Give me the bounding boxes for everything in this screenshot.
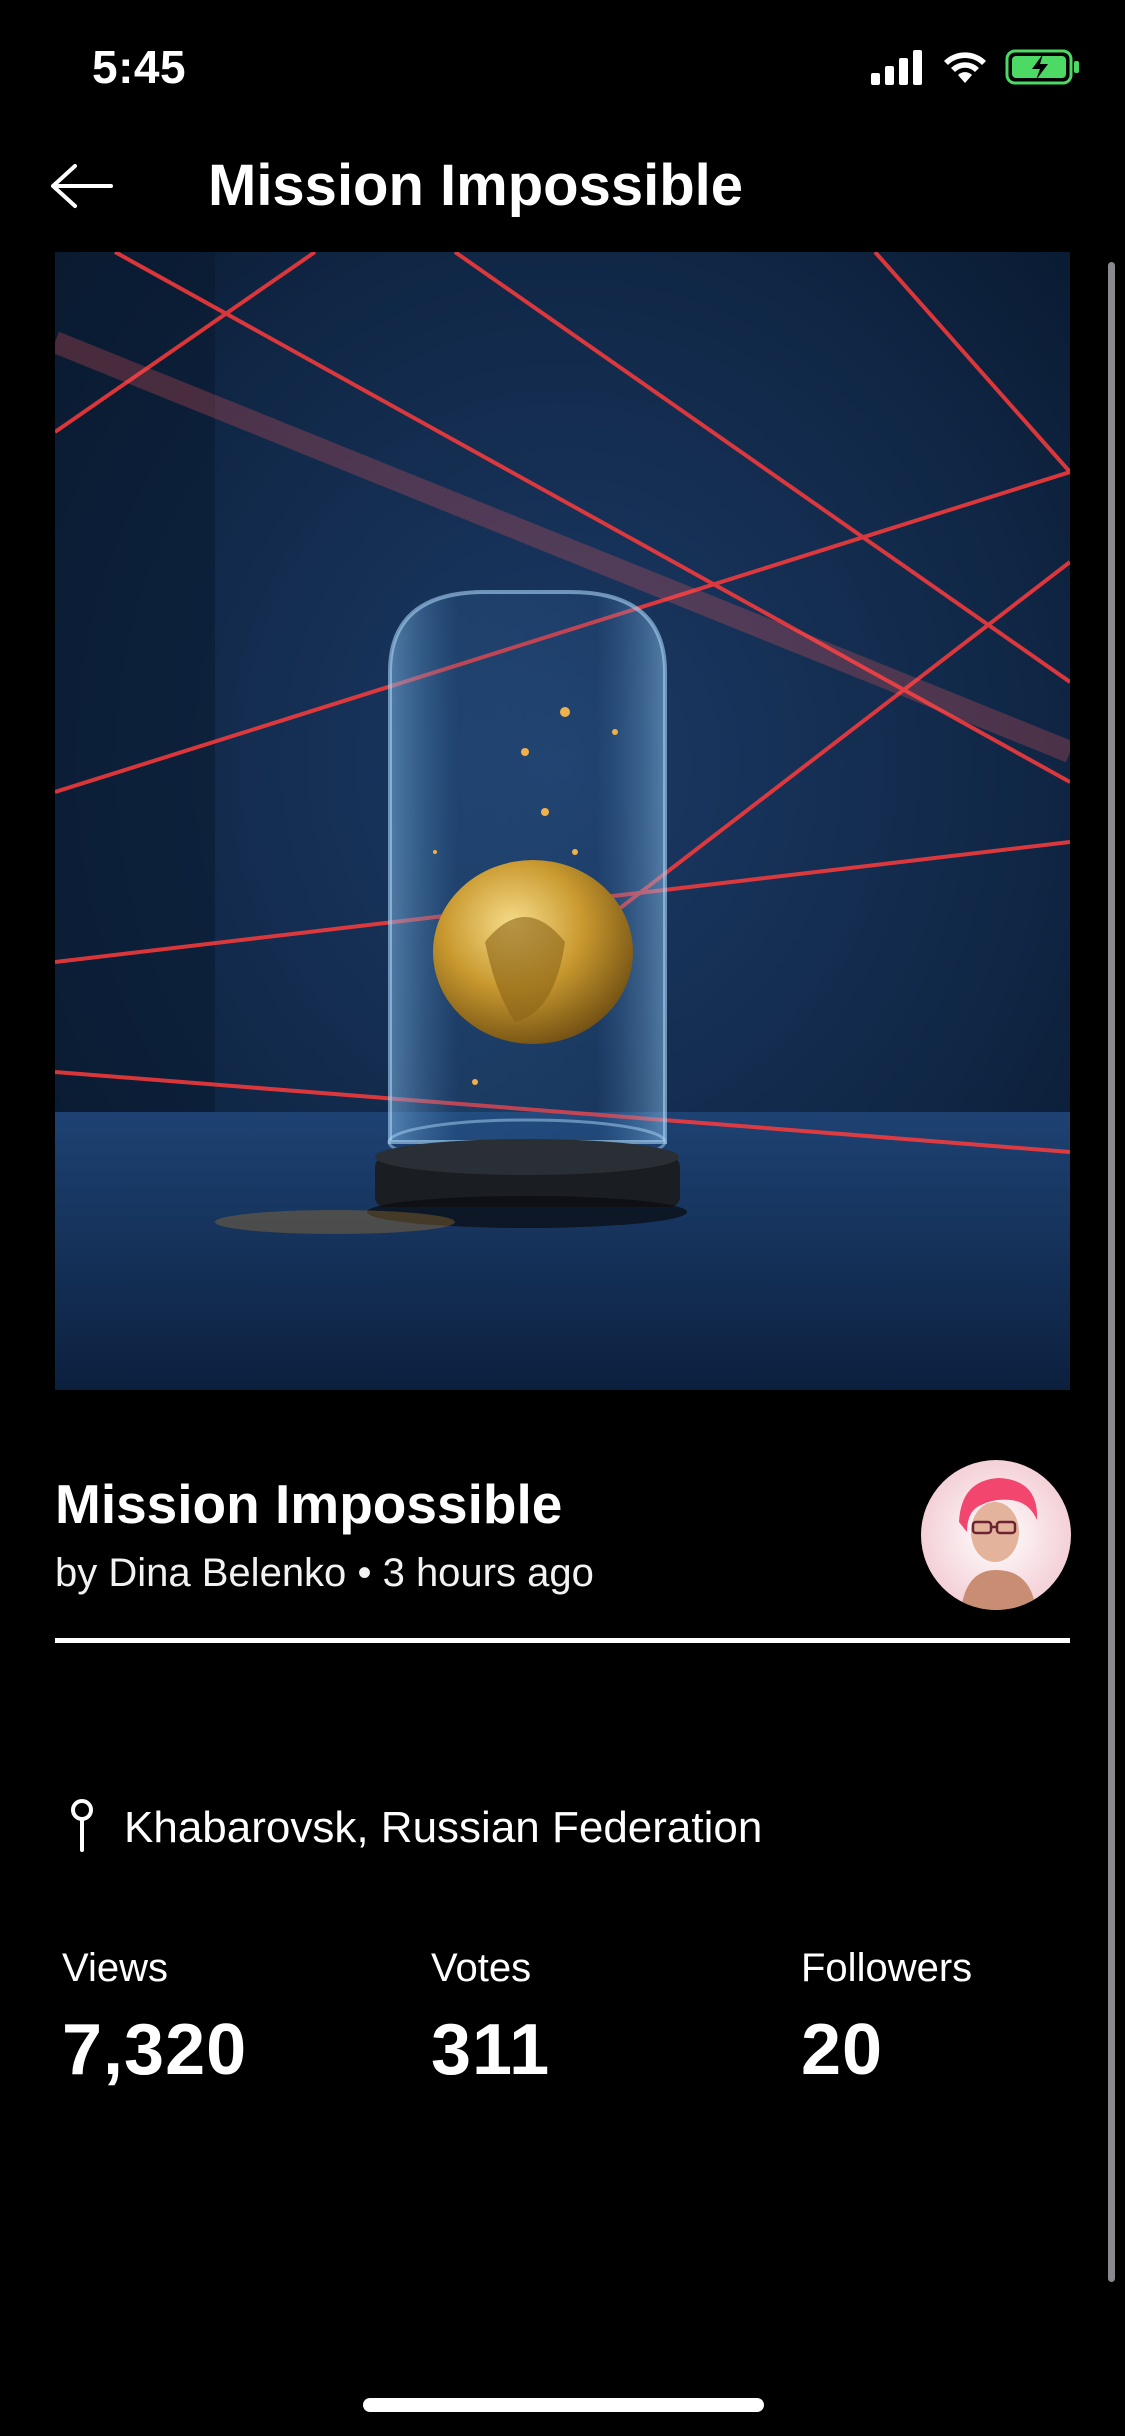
- stat-value: 7,320: [62, 2010, 248, 2090]
- status-icons: [871, 48, 1081, 91]
- scrollbar[interactable]: [1108, 262, 1115, 2282]
- photo-title: Mission Impossible: [55, 1473, 563, 1535]
- byline-prefix: by: [55, 1551, 98, 1595]
- stat-label: Followers: [801, 1946, 973, 1990]
- photo[interactable]: [55, 252, 1070, 1390]
- status-bar: 5:45: [0, 0, 1125, 140]
- stat-votes: Votes 311: [431, 1940, 550, 2098]
- pin-icon: [70, 1798, 94, 1859]
- location: Khabarovsk, Russian Federation: [70, 1796, 762, 1860]
- location-text: Khabarovsk, Russian Federation: [124, 1803, 763, 1852]
- divider: [55, 1638, 1070, 1643]
- stat-value: 311: [431, 2010, 551, 2090]
- status-time: 5:45: [92, 41, 187, 93]
- cellular-signal-icon: [871, 49, 925, 90]
- stat-label: Views: [62, 1946, 168, 1990]
- photo-image: [55, 252, 1070, 1390]
- header: Mission Impossible: [0, 140, 1125, 250]
- byline: by Dina Belenko • 3 hours ago: [55, 1545, 594, 1601]
- time-ago: 3 hours ago: [382, 1551, 594, 1595]
- arrow-left-icon: [49, 162, 115, 215]
- stat-label: Votes: [431, 1946, 532, 1990]
- page-title: Mission Impossible: [208, 153, 743, 218]
- wifi-icon: [941, 49, 989, 90]
- home-indicator[interactable]: [363, 2398, 764, 2412]
- stat-value: 20: [801, 2010, 884, 2090]
- author-avatar[interactable]: [921, 1460, 1071, 1610]
- battery-charging-icon: [1005, 48, 1081, 91]
- stat-followers[interactable]: Followers 20: [801, 1940, 972, 2098]
- byline-separator: •: [357, 1551, 372, 1595]
- back-button[interactable]: [44, 150, 120, 226]
- author-link[interactable]: Dina Belenko: [108, 1551, 346, 1595]
- stat-views: Views 7,320: [62, 1940, 247, 2098]
